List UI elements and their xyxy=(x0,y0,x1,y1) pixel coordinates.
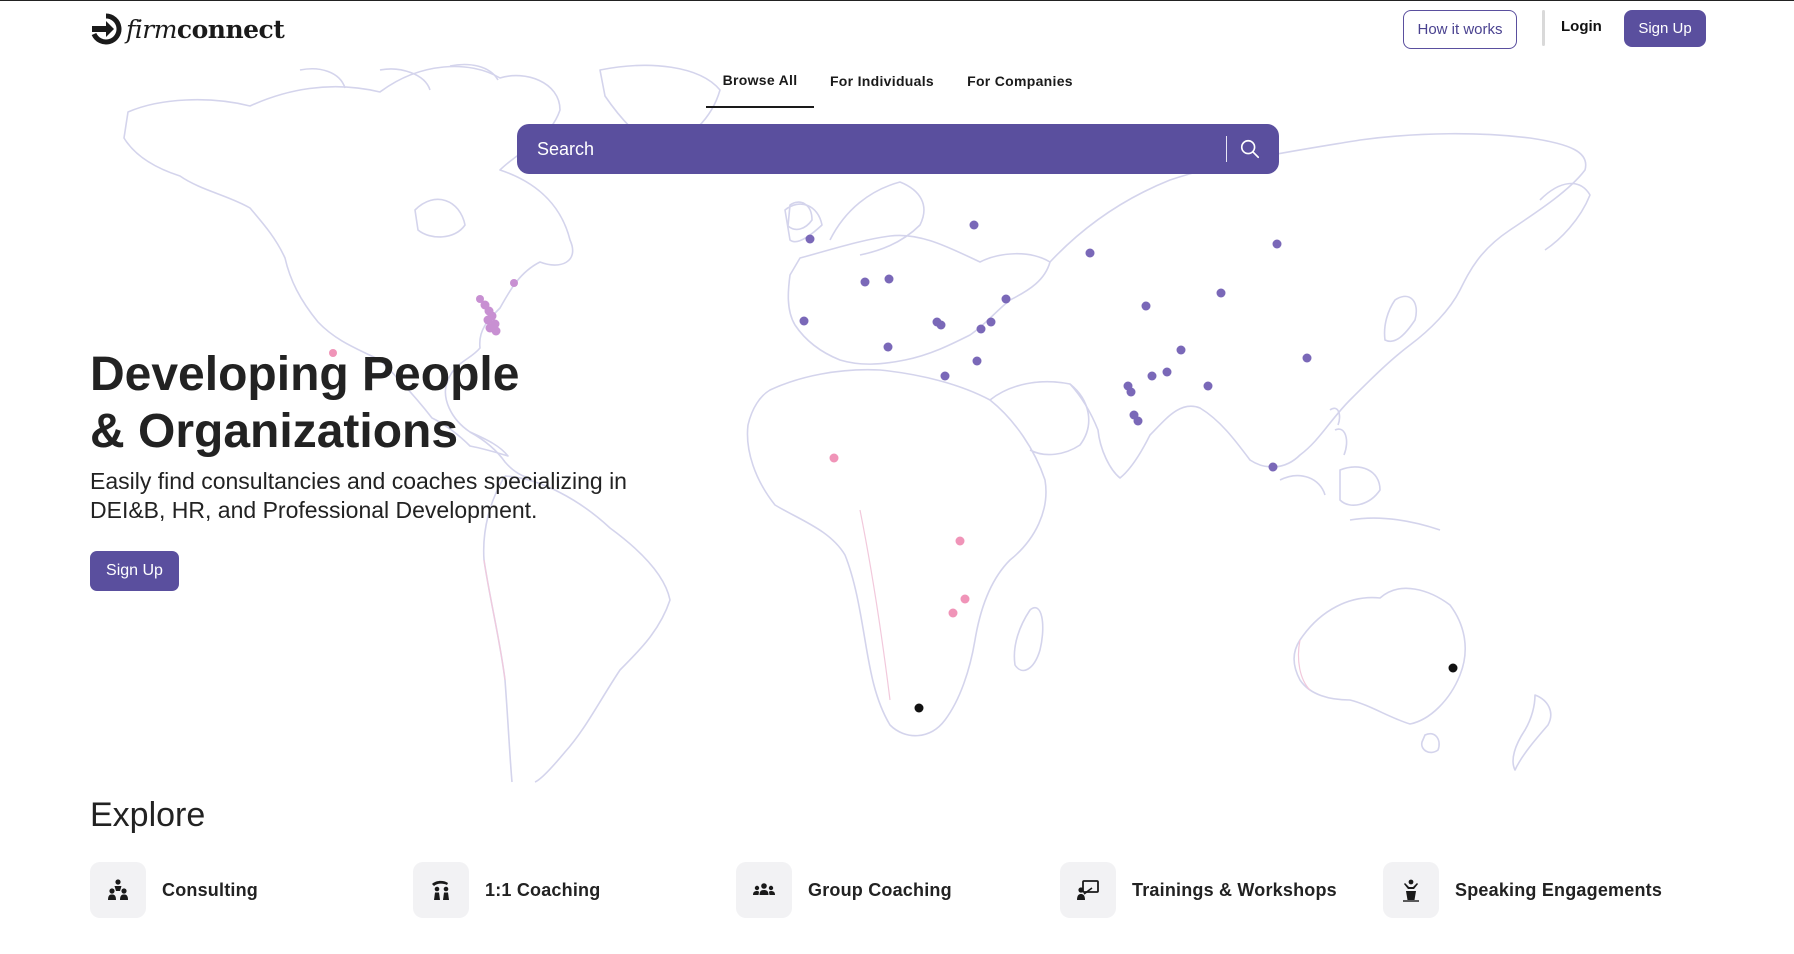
speaking-icon xyxy=(1383,862,1439,918)
consulting-icon xyxy=(90,862,146,918)
explore-title: Explore xyxy=(90,796,206,834)
hero-title-line-2: & Organizations xyxy=(90,405,459,458)
scandinavia-outline xyxy=(829,181,925,256)
header-signup-button[interactable]: Sign Up xyxy=(1624,10,1706,47)
map-pin[interactable] xyxy=(914,703,924,713)
map-pin[interactable] xyxy=(1302,353,1312,363)
accent-line-south-america xyxy=(483,559,506,681)
map-accent-lines xyxy=(483,509,1311,701)
tab-for-individuals[interactable]: For Individuals xyxy=(824,64,940,108)
map-pin[interactable] xyxy=(1147,371,1157,381)
logo[interactable]: firmconnect xyxy=(90,13,285,45)
how-it-works-button[interactable]: How it works xyxy=(1403,10,1517,49)
hero-subtitle-line-1: Easily find consultancies and coaches sp… xyxy=(90,468,627,494)
hero-subtitle-line-2: DEI&B, HR, and Professional Development. xyxy=(90,497,538,523)
search-bar xyxy=(517,124,1279,174)
map-pin[interactable] xyxy=(1176,345,1186,355)
map-pin[interactable] xyxy=(805,234,815,244)
top-border xyxy=(0,0,1794,1)
map-pin[interactable] xyxy=(976,324,986,334)
map-pin[interactable] xyxy=(955,536,965,546)
africa-outline xyxy=(746,368,1047,737)
category-consulting[interactable]: Consulting xyxy=(90,862,258,918)
browse-tabs: Browse All For Individuals For Companies xyxy=(0,64,1794,110)
map-pin[interactable] xyxy=(969,220,979,230)
explore-categories: Consulting 1:1 Coaching Group Coaching T… xyxy=(90,862,1750,918)
category-label: Consulting xyxy=(162,879,258,900)
hudson-outline xyxy=(414,198,466,238)
pins-black xyxy=(914,663,1458,713)
search-input[interactable] xyxy=(517,124,1226,174)
map-pin[interactable] xyxy=(936,320,946,330)
map-pin[interactable] xyxy=(1272,239,1282,249)
login-link[interactable]: Login xyxy=(1561,18,1602,35)
map-pin[interactable] xyxy=(860,277,870,287)
logo-mark-icon xyxy=(91,13,122,45)
category-label: 1:1 Coaching xyxy=(485,879,601,900)
hero-title-line-1: Developing People xyxy=(90,348,520,401)
map-pin[interactable] xyxy=(1448,663,1458,673)
header-divider xyxy=(1542,10,1545,46)
map-pin[interactable] xyxy=(799,316,809,326)
map-pin[interactable] xyxy=(883,342,893,352)
accent-line-australia xyxy=(1297,639,1311,691)
map-pin[interactable] xyxy=(1001,294,1011,304)
map-pin[interactable] xyxy=(829,453,839,463)
accent-line-africa xyxy=(859,509,891,701)
map-pin[interactable] xyxy=(972,356,982,366)
tab-browse-all[interactable]: Browse All xyxy=(706,64,814,108)
hero-signup-button[interactable]: Sign Up xyxy=(90,551,179,591)
logo-text: firmconnect xyxy=(126,14,285,44)
map-pin[interactable] xyxy=(1162,367,1172,377)
middle-east-outline xyxy=(989,380,1090,456)
map-pin[interactable] xyxy=(1126,387,1136,397)
map-pin[interactable] xyxy=(491,326,501,336)
madagascar-outline xyxy=(1013,607,1044,672)
map-pin[interactable] xyxy=(960,594,970,604)
map-pin[interactable] xyxy=(1133,416,1143,426)
category-trainings-workshops[interactable]: Trainings & Workshops xyxy=(1060,862,1337,918)
logo-text-bold: connect xyxy=(176,14,285,44)
map-pin[interactable] xyxy=(1085,248,1095,258)
japan-outline xyxy=(1383,295,1417,342)
asia-outline xyxy=(1049,132,1587,479)
map-pin[interactable] xyxy=(1203,381,1213,391)
category-label: Trainings & Workshops xyxy=(1132,879,1337,900)
logo-text-light: firm xyxy=(126,14,177,44)
map-pin[interactable] xyxy=(986,317,996,327)
coaching-icon xyxy=(413,862,469,918)
map-pin[interactable] xyxy=(884,274,894,284)
map-pin[interactable] xyxy=(1141,301,1151,311)
tasmania-outline xyxy=(1420,732,1440,754)
map-pin[interactable] xyxy=(940,371,950,381)
new-zealand-outline xyxy=(1512,694,1552,771)
category-group-coaching[interactable]: Group Coaching xyxy=(736,862,952,918)
training-icon xyxy=(1060,862,1116,918)
category-label: Speaking Engagements xyxy=(1455,879,1663,900)
tab-for-companies[interactable]: For Companies xyxy=(956,64,1084,108)
indonesia-outline xyxy=(1279,466,1441,531)
hero-subtitle: Easily find consultancies and coaches sp… xyxy=(90,467,710,525)
search-separator xyxy=(1226,136,1227,162)
group-coaching-icon xyxy=(736,862,792,918)
map-pin[interactable] xyxy=(1268,462,1278,472)
category-speaking-engagements[interactable]: Speaking Engagements xyxy=(1383,862,1662,918)
map-pin[interactable] xyxy=(510,279,518,287)
map-pin[interactable] xyxy=(948,608,958,618)
category-label: Group Coaching xyxy=(808,879,952,900)
category-1-1-coaching[interactable]: 1:1 Coaching xyxy=(413,862,600,918)
pins-purple xyxy=(799,220,1312,472)
philippines-outline xyxy=(1329,407,1348,456)
map-pin[interactable] xyxy=(1216,288,1226,298)
hero-title: Developing People & Organizations xyxy=(90,346,710,460)
australia-outline xyxy=(1293,587,1466,725)
search-icon[interactable] xyxy=(1239,138,1261,160)
kamchatka-outline xyxy=(1539,182,1591,251)
